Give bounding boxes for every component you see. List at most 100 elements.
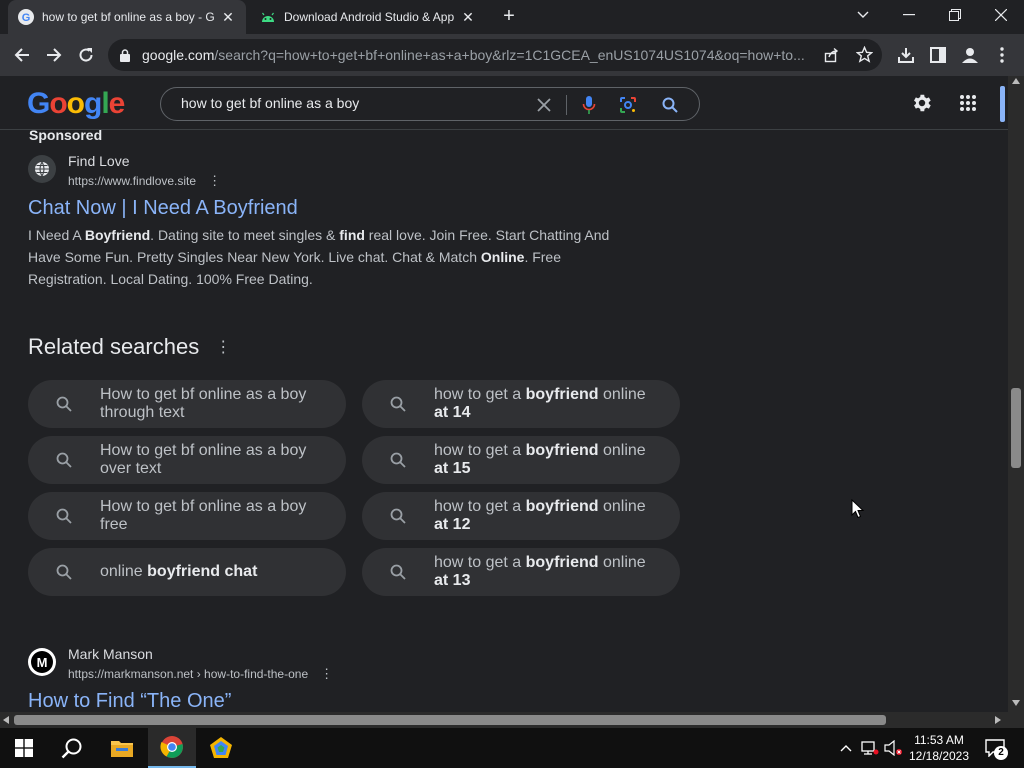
search-divider: [566, 95, 567, 115]
new-tab-button[interactable]: +: [498, 6, 520, 28]
search-submit-icon[interactable]: [659, 94, 681, 116]
ad-description: I Need A Boyfriend. Dating site to meet …: [28, 224, 638, 290]
scroll-up-arrow-icon[interactable]: [1012, 78, 1020, 84]
ad-site-header[interactable]: Find Love https://www.findlove.site ⋮: [28, 153, 221, 189]
text-segment: how to get a: [434, 442, 526, 459]
search-icon: [28, 396, 100, 412]
text-segment: How to get bf online as a boy: [100, 442, 307, 459]
more-options-icon[interactable]: ⋮: [320, 666, 333, 682]
bold-text: boyfriend: [525, 442, 599, 459]
system-clock[interactable]: 11:53 AM 12/18/2023: [908, 732, 970, 764]
lock-icon[interactable]: [120, 48, 132, 62]
chip-line-1: how to get a boyfriend online: [434, 386, 646, 404]
settings-gear-icon[interactable]: [909, 90, 935, 116]
address-bar[interactable]: google.com/search?q=how+to+get+bf+online…: [108, 39, 882, 71]
sponsored-label: Sponsored: [29, 127, 103, 143]
text-segment: I Need A: [28, 227, 85, 243]
result-title-link[interactable]: How to Find “The One”: [28, 690, 231, 712]
scroll-right-arrow-icon[interactable]: [995, 716, 1001, 724]
related-search-chip[interactable]: how to get a boyfriend online at 12: [362, 492, 680, 540]
search-icon: [28, 452, 100, 468]
bookmark-star-icon[interactable]: [855, 45, 874, 68]
notifications-icon[interactable]: 2: [982, 738, 1008, 760]
url-domain: google.com: [142, 47, 215, 63]
text-segment: how to get a: [434, 554, 526, 571]
menu-kebab-icon[interactable]: [989, 42, 1015, 68]
vertical-scroll-thumb[interactable]: [1011, 388, 1021, 468]
google-logo[interactable]: Google: [27, 87, 125, 121]
search-box[interactable]: [160, 87, 700, 121]
side-panel-icon[interactable]: [925, 42, 951, 68]
tab-close-icon[interactable]: ✕: [220, 9, 236, 25]
text-segment: online: [598, 442, 646, 459]
file-explorer-icon[interactable]: [98, 728, 146, 768]
close-window-button[interactable]: [978, 0, 1024, 30]
show-hidden-icons-chevron-icon[interactable]: [836, 738, 856, 758]
windows-start-icon[interactable]: [0, 728, 48, 768]
related-search-text: how to get a boyfriend online at 14: [434, 386, 646, 422]
mark-manson-logo: M: [28, 648, 56, 676]
chip-line-1: online boyfriend chat: [100, 563, 257, 581]
ad-title-link[interactable]: Chat Now | I Need A Boyfriend: [28, 197, 298, 220]
lens-camera-icon[interactable]: [617, 94, 639, 116]
text-segment: through text: [100, 404, 185, 421]
taskbar-search-icon[interactable]: [48, 728, 96, 768]
url-text[interactable]: google.com/search?q=how+to+get+bf+online…: [142, 47, 814, 63]
tab-google-search[interactable]: G how to get bf online as a boy - G ✕: [8, 0, 246, 34]
minimize-button[interactable]: [886, 0, 932, 30]
related-search-chip[interactable]: How to get bf online as a boy free: [28, 492, 346, 540]
chip-line-2: at 14: [434, 404, 646, 422]
chip-line-1: How to get bf online as a boy: [100, 498, 306, 516]
search-icon: [362, 508, 434, 524]
apps-grid-icon[interactable]: [955, 90, 981, 116]
tab-close-icon[interactable]: ✕: [460, 9, 476, 25]
text-segment: over text: [100, 460, 162, 477]
horizontal-scroll-thumb[interactable]: [14, 715, 886, 725]
clear-search-icon[interactable]: [533, 94, 555, 116]
chip-line-2: over text: [100, 460, 306, 478]
tab-search-icon[interactable]: [840, 0, 886, 30]
scrollbar-corner: [1008, 712, 1024, 728]
tab-android-studio[interactable]: Download Android Studio & App ✕: [250, 0, 486, 34]
android-studio-taskbar-icon[interactable]: [197, 728, 245, 768]
android-favicon-icon: [260, 9, 276, 25]
volume-muted-icon[interactable]: [884, 738, 904, 758]
more-options-icon[interactable]: ⋮: [208, 173, 221, 189]
profile-icon[interactable]: [957, 42, 983, 68]
browser-toolbar: google.com/search?q=how+to+get+bf+online…: [0, 34, 1024, 76]
search-input[interactable]: [181, 95, 531, 111]
clock-date: 12/18/2023: [908, 749, 970, 763]
network-icon[interactable]: [860, 738, 880, 758]
notification-count-badge: 2: [994, 746, 1008, 760]
bold-text: boyfriend: [525, 386, 599, 403]
related-search-chip[interactable]: online boyfriend chat: [28, 548, 346, 596]
related-search-text: online boyfriend chat: [100, 563, 257, 581]
bold-text: at 12: [434, 516, 471, 533]
related-search-chip[interactable]: how to get a boyfriend online at 14: [362, 380, 680, 428]
back-arrow-icon[interactable]: [9, 42, 35, 68]
google-favicon-icon: G: [18, 9, 34, 25]
more-options-icon[interactable]: ⋮: [215, 337, 231, 357]
forward-arrow-icon[interactable]: [41, 42, 67, 68]
related-search-chip[interactable]: how to get a boyfriend online at 13: [362, 548, 680, 596]
ad-site-url: https://www.findlove.site: [68, 174, 197, 188]
related-search-chip[interactable]: How to get bf online as a boy over text: [28, 436, 346, 484]
chrome-taskbar-icon[interactable]: [148, 728, 196, 768]
restore-button[interactable]: [932, 0, 978, 30]
reload-icon[interactable]: [73, 42, 99, 68]
related-search-text: how to get a boyfriend online at 12: [434, 498, 646, 534]
share-icon[interactable]: [824, 47, 840, 68]
related-search-chip[interactable]: How to get bf online as a boy through tex…: [28, 380, 346, 428]
text-segment: online: [598, 386, 646, 403]
account-indicator: [1000, 86, 1005, 122]
microphone-icon[interactable]: [578, 94, 600, 116]
vertical-scrollbar[interactable]: [1008, 76, 1024, 712]
result-site-header[interactable]: M Mark Manson https://markmanson.net › h…: [28, 646, 333, 682]
horizontal-scrollbar[interactable]: [0, 712, 1008, 728]
download-icon[interactable]: [893, 42, 919, 68]
mouse-cursor-icon: [851, 498, 865, 524]
scroll-down-arrow-icon[interactable]: [1012, 700, 1020, 706]
scroll-left-arrow-icon[interactable]: [3, 716, 9, 724]
related-search-chip[interactable]: how to get a boyfriend online at 15: [362, 436, 680, 484]
text-segment: online: [100, 563, 148, 580]
